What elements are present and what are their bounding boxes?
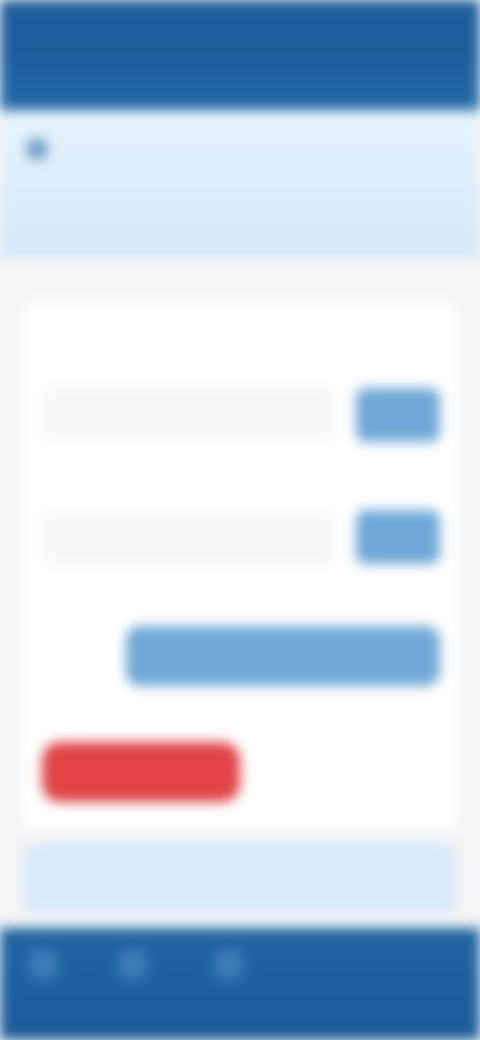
info-banner: [0, 110, 480, 258]
nav-item-home-icon[interactable]: [28, 950, 58, 980]
status-bar: [0, 0, 480, 58]
top-app-bar: [0, 58, 480, 110]
primary-action-button[interactable]: [126, 626, 440, 686]
nav-item-settings-icon[interactable]: [214, 950, 244, 980]
nav-item-search-icon[interactable]: [118, 950, 148, 980]
bottom-navigation: [0, 928, 480, 1040]
field-2-button[interactable]: [356, 510, 440, 564]
ghost-button[interactable]: [262, 756, 432, 790]
input-field-2[interactable]: [44, 512, 334, 564]
bottom-banner[interactable]: [22, 842, 458, 914]
danger-button[interactable]: [42, 742, 240, 802]
input-field-1[interactable]: [44, 388, 334, 440]
info-icon: [26, 138, 48, 160]
field-1-button[interactable]: [356, 388, 440, 442]
